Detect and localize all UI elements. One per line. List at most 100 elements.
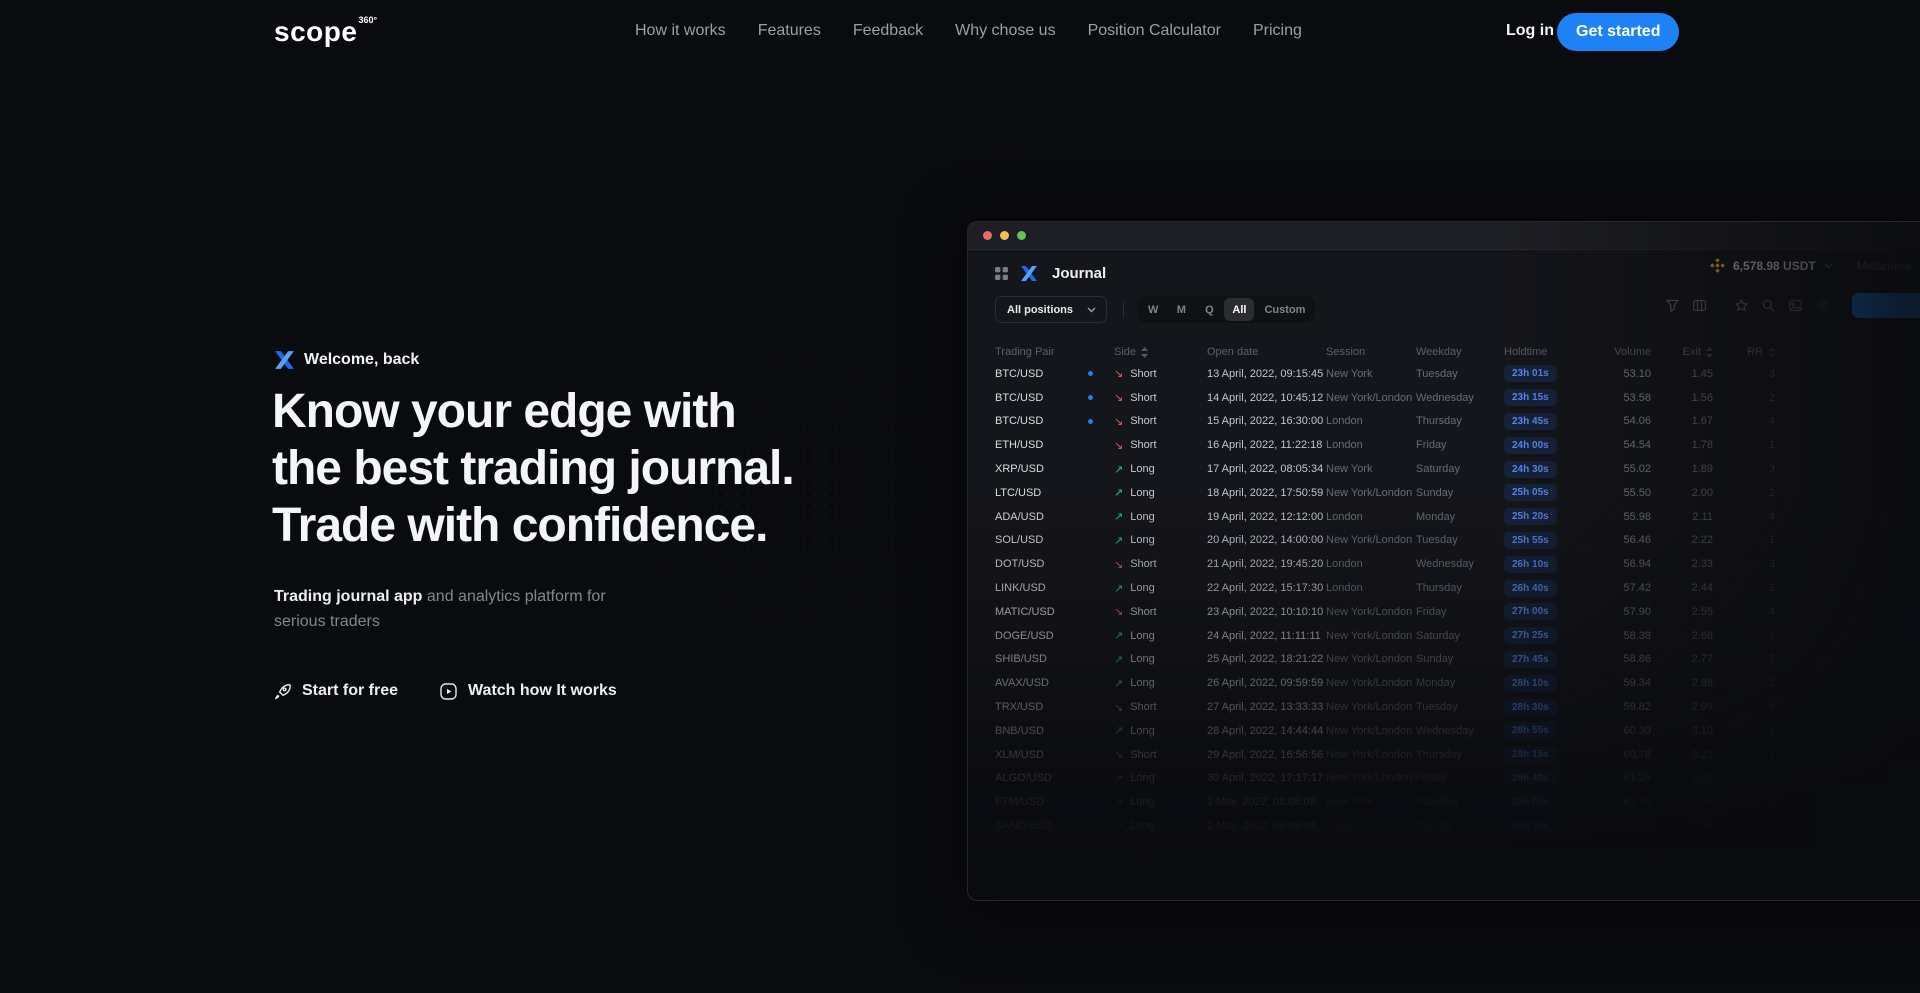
side-cell: ↗ Long	[1114, 820, 1207, 833]
open-date-cell: 29 April, 2022, 16:56:56	[1207, 749, 1326, 761]
trading-pair-cell: SHIB/USD	[995, 653, 1088, 665]
brand-logo[interactable]: scope360°	[274, 15, 377, 48]
columns-icon[interactable]	[1692, 299, 1706, 313]
table-row[interactable]: BTC/USD ↘ Short 15 April, 2022, 16:30:00…	[968, 410, 1920, 434]
range-tab[interactable]: Custom	[1256, 298, 1313, 321]
side-cell: ↗ Long	[1114, 724, 1207, 737]
header-rr[interactable]: RR	[1713, 346, 1775, 358]
table-row[interactable]: SOL/USD ↗ Long 20 April, 2022, 14:00:00 …	[968, 529, 1920, 553]
range-tab[interactable]: W	[1140, 298, 1166, 321]
table-row[interactable]: TRX/USD ↘ Short 27 April, 2022, 13:33:33…	[968, 695, 1920, 719]
holdtime-cell: 27h 25s	[1504, 627, 1589, 644]
zoom-window-button[interactable]	[1017, 231, 1026, 240]
table-row[interactable]: ETH/USD ↘ Short 16 April, 2022, 11:22:18…	[968, 433, 1920, 457]
table-row[interactable]: SAND/USD ↗ Long 2 May, 2022, 09:09:09 Lo…	[968, 814, 1920, 838]
rr-cell: 2	[1713, 582, 1775, 594]
side-label: Short	[1130, 606, 1156, 618]
weekday-cell: Monday	[1416, 677, 1504, 689]
start-for-free-link[interactable]: Start for free	[274, 682, 398, 700]
range-tab[interactable]: All	[1224, 298, 1254, 321]
account-selector[interactable]: Metamask	[1857, 259, 1912, 273]
nav-link[interactable]: Position Calculator	[1088, 22, 1221, 40]
table-row[interactable]: XRP/USD ↗ Long 17 April, 2022, 08:05:34 …	[968, 457, 1920, 481]
table-row[interactable]: MATIC/USD ↘ Short 23 April, 2022, 10:10:…	[968, 600, 1920, 624]
trading-pair-cell: LTC/USD	[995, 487, 1088, 499]
holdtime-badge: 28h 10s	[1504, 675, 1557, 692]
holdtime-badge: 28h 55s	[1504, 722, 1557, 739]
table-row[interactable]: AVAX/USD ↗ Long 26 April, 2022, 09:59:59…	[968, 671, 1920, 695]
open-date-cell: 30 April, 2022, 17:17:17	[1207, 772, 1326, 784]
subtitle-strong: Trading journal app	[274, 588, 422, 605]
side-label: Long	[1130, 725, 1154, 737]
table-row[interactable]: LTC/USD ↗ Long 18 April, 2022, 17:50:59 …	[968, 481, 1920, 505]
holdtime-cell: 28h 10s	[1504, 675, 1589, 692]
side-cell: ↘ Short	[1114, 605, 1207, 618]
table-row[interactable]: XLM/USD ↘ Short 29 April, 2022, 16:56:56…	[968, 743, 1920, 767]
table-row[interactable]: LINK/USD ↗ Long 22 April, 2022, 15:17:30…	[968, 576, 1920, 600]
session-cell: London	[1326, 415, 1416, 427]
table-row[interactable]: DOT/USD ↘ Short 21 April, 2022, 19:45:20…	[968, 552, 1920, 576]
primary-action-button[interactable]	[1852, 293, 1920, 318]
open-date-cell: 16 April, 2022, 11:22:18	[1207, 439, 1326, 451]
header-weekday: Weekday	[1416, 346, 1504, 358]
session-cell: New York	[1326, 463, 1416, 475]
divider	[1123, 302, 1124, 318]
side-label: Long	[1130, 796, 1154, 808]
open-date-cell: 13 April, 2022, 09:15:45	[1207, 368, 1326, 380]
holdtime-cell: 25h 20s	[1504, 508, 1589, 525]
weekday-cell: Sunday	[1416, 653, 1504, 665]
open-date-cell: 2 May, 2022, 09:09:09	[1207, 820, 1326, 832]
marker-dot	[1088, 419, 1114, 424]
side-cell: ↗ Long	[1114, 463, 1207, 476]
get-started-button[interactable]: Get started	[1557, 13, 1679, 51]
watch-how-it-works-link[interactable]: Watch how It works	[440, 682, 617, 700]
nav-link[interactable]: Features	[758, 22, 821, 40]
side-label: Short	[1130, 415, 1156, 427]
open-date-cell: 21 April, 2022, 19:45:20	[1207, 558, 1326, 570]
login-link[interactable]: Log in	[1506, 22, 1554, 40]
range-tab[interactable]: Q	[1196, 298, 1222, 321]
header-side[interactable]: Side	[1114, 346, 1207, 358]
volume-cell: 61.26	[1589, 772, 1651, 784]
table-row[interactable]: BNB/USD ↗ Long 28 April, 2022, 14:44:44 …	[968, 719, 1920, 743]
table-row[interactable]: BTC/USD ↘ Short 14 April, 2022, 10:45:12…	[968, 386, 1920, 410]
session-cell: London	[1326, 511, 1416, 523]
filter-icon[interactable]	[1665, 299, 1679, 313]
table-row[interactable]: SHIB/USD ↗ Long 25 April, 2022, 18:21:22…	[968, 648, 1920, 672]
nav-link[interactable]: Why chose us	[955, 22, 1055, 40]
start-for-free-label: Start for free	[302, 682, 398, 700]
header-exit[interactable]: Exit	[1651, 346, 1713, 358]
holdtime-cell: 24h 30s	[1504, 461, 1589, 478]
range-tab[interactable]: M	[1168, 298, 1194, 321]
session-cell: New York	[1326, 368, 1416, 380]
rr-cell: 2	[1713, 772, 1775, 784]
table-row[interactable]: FTM/USD ↗ Long 1 May, 2022, 08:08:08 New…	[968, 790, 1920, 814]
trading-pair-cell: AVAX/USD	[995, 677, 1088, 689]
table-row[interactable]: ALGO/USD ↗ Long 30 April, 2022, 17:17:17…	[968, 767, 1920, 791]
nav-link[interactable]: Feedback	[853, 22, 923, 40]
table-row[interactable]: BTC/USD ↘ Short 13 April, 2022, 09:15:45…	[968, 362, 1920, 386]
positions-filter-dropdown[interactable]: All positions	[995, 296, 1107, 323]
image-icon[interactable]	[1788, 299, 1802, 313]
trend-arrow-icon: ↗	[1114, 820, 1123, 833]
side-cell: ↗ Long	[1114, 486, 1207, 499]
nav-link[interactable]: Pricing	[1253, 22, 1302, 40]
search-icon[interactable]	[1761, 299, 1775, 313]
rr-cell: 3	[1713, 463, 1775, 475]
holdtime-badge: 27h 25s	[1504, 627, 1557, 644]
nav-link[interactable]: How it works	[635, 22, 726, 40]
exit-cell: 3.43	[1651, 796, 1713, 808]
close-window-button[interactable]	[983, 231, 992, 240]
side-label: Long	[1130, 677, 1154, 689]
weekday-cell: Saturday	[1416, 630, 1504, 642]
holdtime-badge: 26h 40s	[1504, 580, 1557, 597]
minimize-window-button[interactable]	[1000, 231, 1009, 240]
rr-cell: 2	[1713, 392, 1775, 404]
app-grid-icon[interactable]	[995, 267, 1008, 280]
positions-filter-label: All positions	[1007, 304, 1073, 316]
table-row[interactable]: ADA/USD ↗ Long 19 April, 2022, 12:12:00 …	[968, 505, 1920, 529]
table-row[interactable]: DOGE/USD ↗ Long 24 April, 2022, 11:11:11…	[968, 624, 1920, 648]
star-icon[interactable]	[1734, 299, 1748, 313]
settings-icon[interactable]	[1815, 299, 1829, 313]
side-cell: ↘ Short	[1114, 415, 1207, 428]
